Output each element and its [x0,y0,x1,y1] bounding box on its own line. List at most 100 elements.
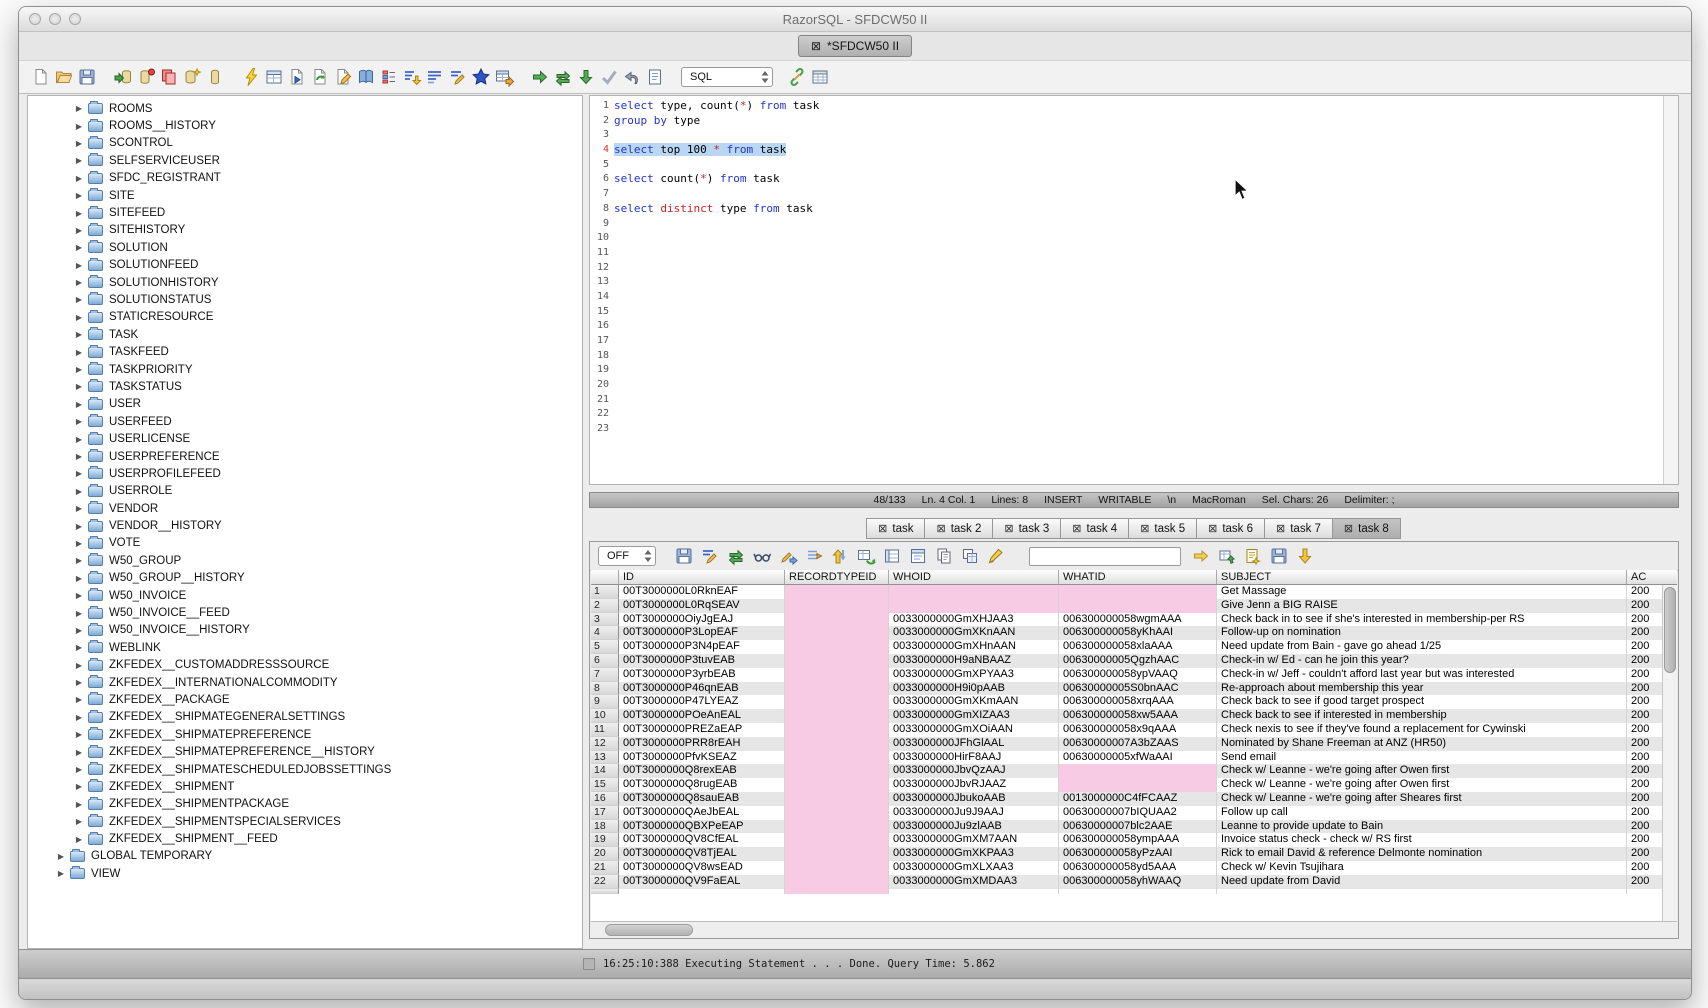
row-number-cell[interactable]: 9 [591,695,619,709]
table-cell[interactable] [785,861,889,875]
table-cell[interactable]: Check w/ Leanne - we're going after Owen… [1217,764,1627,778]
table-cell[interactable]: 00T3000000QV8wsEAD [619,861,785,875]
close-tab-icon[interactable]: ⊠ [878,522,887,535]
results-table-icon[interactable] [810,67,830,87]
table-cell[interactable]: 00T3000000P47LYEAZ [619,695,785,709]
close-tab-icon[interactable]: ⊠ [936,522,945,535]
row-number-cell[interactable]: 21 [591,861,619,875]
disclosure-triangle-icon[interactable]: ▶ [72,156,86,165]
tree-item[interactable]: ▶ZKFEDEX__INTERNATIONALCOMMODITY [28,674,582,691]
title-bar[interactable]: RazorSQL - SFDCW50 II [19,7,1691,32]
disclosure-triangle-icon[interactable]: ▶ [72,539,86,548]
disclosure-triangle-icon[interactable]: ▶ [72,487,86,496]
close-tab-icon[interactable]: ⊠ [1004,522,1013,535]
row-number-cell[interactable]: 18 [591,820,619,834]
table-cell[interactable]: 0033000000GmXKPAA3 [889,847,1059,861]
table-cell[interactable]: Follow-up on nomination [1217,626,1627,640]
table-cell[interactable]: 00T3000000Q8rugEAB [619,778,785,792]
table-go-icon[interactable] [494,67,514,87]
column-header[interactable]: SUBJECT [1217,570,1627,585]
table-cell[interactable] [1059,599,1217,613]
table-cell[interactable]: 00630000007bIQUAA2 [1059,806,1217,820]
table-cell[interactable]: Leanne to provide update to Bain [1217,820,1627,834]
tree-item[interactable]: ▶SITEHISTORY [28,222,582,239]
table-cell[interactable] [785,585,889,599]
result-tab[interactable]: ⊠task 2 [924,518,993,539]
table-cell[interactable]: 0033000000GmXHnAAN [889,640,1059,654]
table-cell[interactable] [785,792,889,806]
editor-line[interactable] [614,334,1663,349]
tree-item[interactable]: ▶W50_GROUP [28,552,582,569]
editor-vertical-scrollbar[interactable] [1663,96,1678,484]
table-cell[interactable]: 006300000058ypVAAQ [1059,668,1217,682]
export-table-icon[interactable] [1217,546,1237,566]
edit-lines-icon[interactable] [448,67,468,87]
db-disconnect-icon[interactable] [136,67,156,87]
tree-item[interactable]: ▶USERLICENSE [28,430,582,447]
new-file-icon[interactable] [31,67,51,87]
disclosure-triangle-icon[interactable]: ▶ [72,695,86,704]
table-row[interactable]: 700T3000000P3yrbEAB0033000000GmXPYAA3006… [591,668,1677,682]
table-cell[interactable]: 006300000058yPzAAI [1059,847,1217,861]
disclosure-triangle-icon[interactable]: ▶ [72,800,86,809]
page-play-icon[interactable] [287,67,307,87]
table-cell[interactable]: 0033000000Ju9J9AAJ [889,806,1059,820]
table-cell[interactable]: 0033000000GmXKmAAN [889,695,1059,709]
result-tab[interactable]: ⊠task 5 [1128,518,1197,539]
favorites-star-icon[interactable] [471,67,491,87]
editor-line[interactable] [614,275,1663,290]
disclosure-triangle-icon[interactable]: ▶ [72,400,86,409]
table-cell[interactable] [785,640,889,654]
minimize-window-button[interactable] [49,13,61,25]
editor-line[interactable] [614,422,1663,437]
row-number-cell[interactable]: 19 [591,833,619,847]
editor-line[interactable] [614,305,1663,320]
tree-item[interactable]: ▶USERFEED [28,413,582,430]
editor-line[interactable] [614,231,1663,246]
column-header[interactable]: AC [1627,570,1677,585]
tree-item[interactable]: ▶USERROLE [28,483,582,500]
disclosure-triangle-icon[interactable]: ▶ [72,261,86,270]
table-row[interactable]: 1700T3000000QAeJbEAL0033000000Ju9J9AAJ00… [591,806,1677,820]
table-cell[interactable]: Send email [1217,751,1627,765]
disclosure-triangle-icon[interactable]: ▶ [72,209,86,218]
disclosure-triangle-icon[interactable]: ▶ [72,191,86,200]
tree-item[interactable]: ▶VENDOR [28,500,582,517]
tree-item[interactable]: ▶SOLUTION [28,239,582,256]
statement-type-select[interactable]: SQL [681,67,773,87]
editor-line[interactable]: select top 100 * from task [614,143,1663,158]
list-view-icon[interactable] [882,546,902,566]
database-browser-tree[interactable]: ▶ROOMS▶ROOMS__HISTORY▶SCONTROL▶SELFSERVI… [27,95,583,949]
table-cell[interactable]: 0033000000JbvRJAAZ [889,778,1059,792]
commit-check-icon[interactable] [599,67,619,87]
down-yellow-icon[interactable] [1295,546,1315,566]
tree-item[interactable]: ▶W50_INVOICE__HISTORY [28,622,582,639]
tree-item[interactable]: ▶SCONTROL [28,135,582,152]
table-cell[interactable]: 006300000058xw5AAA [1059,709,1217,723]
close-tab-icon[interactable]: ⊠ [1344,522,1353,535]
close-window-button[interactable] [29,13,41,25]
table-cell[interactable]: Need update from David [1217,875,1627,889]
tree-item[interactable]: ▶VOTE [28,535,582,552]
table-cell[interactable] [1059,778,1217,792]
tree-item[interactable]: ▶VENDOR__HISTORY [28,517,582,534]
tree-item[interactable]: ▶USERPROFILEFEED [28,465,582,482]
sql-editor[interactable]: 1234567891011121314151617181920212223 se… [589,95,1679,485]
editor-line[interactable]: select type, count(*) from task [614,99,1663,114]
row-number-cell[interactable]: 7 [591,668,619,682]
table-cell[interactable] [785,709,889,723]
disclosure-triangle-icon[interactable]: ▶ [72,365,86,374]
editor-line[interactable] [614,393,1663,408]
updown-arrows-icon[interactable] [830,546,850,566]
table-cell[interactable]: Give Jenn a BIG RAISE [1217,599,1627,613]
tree-item[interactable]: ▶SITE [28,187,582,204]
format-lines-icon[interactable] [425,67,445,87]
disclosure-triangle-icon[interactable]: ▶ [72,626,86,635]
tree-item[interactable]: ▶VIEW [28,865,582,882]
edit-arrow-icon[interactable] [778,546,798,566]
tree-item[interactable]: ▶SFDC_REGISTRANT [28,170,582,187]
tree-item[interactable]: ▶ZKFEDEX__SHIPMENTSPECIALSERVICES [28,813,582,830]
table-cell[interactable]: 0033000000GmXHJAA3 [889,613,1059,627]
table-cell[interactable]: 0033000000H9aNBAAZ [889,654,1059,668]
describe-grid-icon[interactable] [264,67,284,87]
